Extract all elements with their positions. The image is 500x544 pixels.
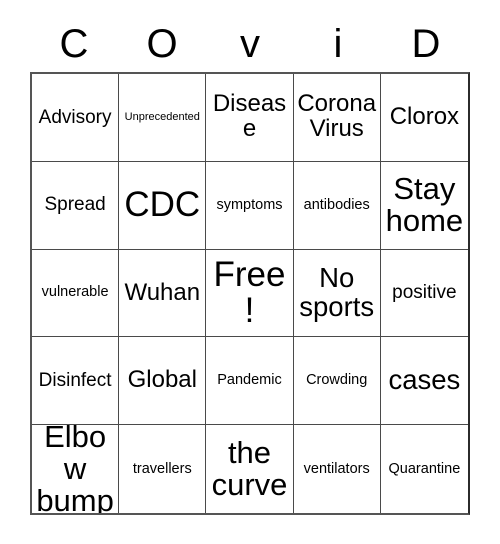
bingo-cell-label: Quarantine — [388, 460, 461, 477]
bingo-cell[interactable]: Advisory — [32, 74, 120, 162]
bingo-cell-label: Free! — [213, 254, 286, 330]
bingo-cell[interactable]: Stay home — [380, 161, 468, 250]
header-letter-1: O — [146, 22, 178, 66]
bingo-cell-label: symptoms — [216, 196, 283, 213]
bingo-grid: Advisory Unprecedented Disease Corona Vi… — [30, 72, 470, 515]
bingo-cell-label: CDC — [124, 185, 201, 224]
bingo-cell[interactable]: No sports — [293, 249, 381, 338]
bingo-cell[interactable]: Spread — [32, 161, 120, 250]
bingo-cell[interactable]: Disinfect — [32, 337, 120, 426]
bingo-cell-label: Spread — [44, 194, 106, 216]
bingo-cell[interactable]: the curve — [206, 425, 294, 513]
bingo-cell-label: Stay home — [385, 170, 464, 239]
bingo-cell-label: antibodies — [303, 196, 370, 213]
bingo-cell-free[interactable]: Free! — [206, 249, 294, 338]
bingo-cell[interactable]: Pandemic — [206, 337, 294, 426]
bingo-cell-label: positive — [392, 282, 457, 304]
bingo-cell[interactable]: Crowding — [293, 337, 381, 426]
bingo-card: C O v i D Advisory Unprecedented Disease… — [0, 0, 500, 544]
bingo-cell-label: Corona Virus — [297, 90, 377, 143]
bingo-cell-label: Crowding — [306, 372, 368, 389]
bingo-cell-label: cases — [388, 364, 461, 396]
bingo-cell-label: ventilators — [303, 460, 370, 477]
bingo-cell[interactable]: Global — [119, 337, 207, 426]
bingo-cell-label: Clorox — [389, 102, 460, 130]
bingo-cell-label: No sports — [299, 262, 375, 322]
bingo-cell-label: Unprecedented — [124, 110, 200, 123]
header-letter-0: C — [59, 22, 89, 66]
bingo-cell-label: vulnerable — [41, 284, 109, 301]
bingo-cell[interactable]: ventilators — [293, 425, 381, 513]
header-letter-3: i — [333, 22, 343, 66]
bingo-cell[interactable]: Disease — [206, 74, 294, 162]
bingo-cell[interactable]: travellers — [119, 425, 207, 513]
bingo-cell[interactable]: vulnerable — [32, 249, 120, 338]
bingo-cell-label: Wuhan — [124, 278, 201, 306]
bingo-cell-label: Disinfect — [38, 369, 112, 391]
bingo-header: C O v i D — [30, 18, 470, 70]
bingo-cell-label: Elbow bump — [36, 425, 114, 513]
bingo-cell-label: Pandemic — [217, 372, 282, 389]
bingo-cell[interactable]: Clorox — [380, 74, 468, 162]
bingo-cell[interactable]: Quarantine — [380, 425, 468, 513]
bingo-cell[interactable]: Wuhan — [119, 249, 207, 338]
bingo-cell[interactable]: symptoms — [206, 161, 294, 250]
bingo-cell-label: travellers — [132, 460, 192, 477]
bingo-cell[interactable]: Elbow bump — [32, 425, 120, 513]
bingo-cell[interactable]: positive — [380, 249, 468, 338]
header-letter-4: D — [411, 22, 441, 66]
bingo-cell-label: the curve — [211, 434, 288, 503]
bingo-cell-label: Disease — [212, 90, 287, 143]
bingo-cell[interactable]: Corona Virus — [293, 74, 381, 162]
bingo-cell-label: Advisory — [38, 106, 112, 128]
bingo-cell[interactable]: CDC — [119, 161, 207, 250]
bingo-cell-label: Global — [127, 366, 197, 394]
bingo-cell[interactable]: cases — [380, 337, 468, 426]
header-letter-2: v — [240, 22, 260, 66]
bingo-cell[interactable]: antibodies — [293, 161, 381, 250]
bingo-cell[interactable]: Unprecedented — [119, 74, 207, 162]
